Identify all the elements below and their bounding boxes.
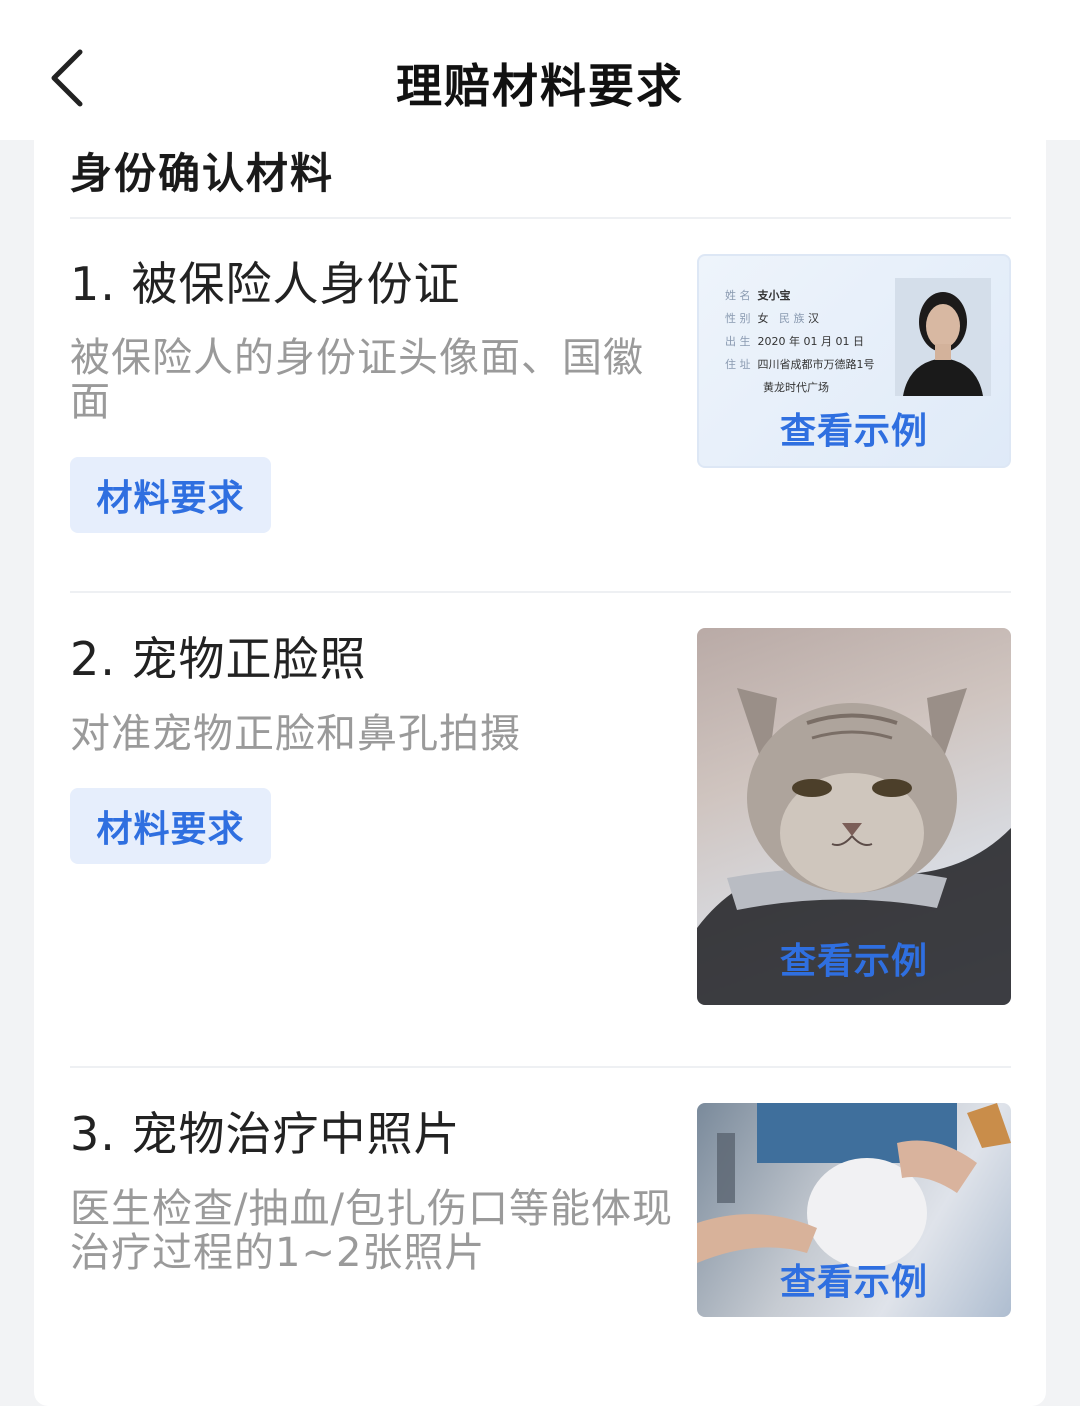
id-ethnic: 汉 — [808, 312, 819, 325]
item-title-pet-face: 2. 宠物正脸照 — [70, 632, 367, 686]
treatment-example-thumbnail[interactable]: 查看示例 — [697, 1103, 1011, 1317]
page-title: 理赔材料要求 — [396, 59, 684, 113]
view-example-label: 查看示例 — [779, 1262, 928, 1303]
item-desc-pet-face: 对准宠物正脸和鼻孔拍摄 — [70, 711, 521, 757]
id-sex: 女 — [757, 312, 769, 325]
section-title: 身份确认材料 — [70, 149, 335, 198]
id-card-text: 姓 名 支小宝 性 别 女 民 族 汉 出 生 2020 年 01 月 01 日… — [725, 284, 875, 399]
material-requirement-button[interactable]: 材料要求 — [70, 457, 271, 533]
material-requirement-button[interactable]: 材料要求 — [70, 788, 271, 864]
id-address-2: 黄龙时代广场 — [763, 381, 829, 394]
nav-bar: 理赔材料要求 — [0, 0, 1080, 140]
id-birth: 2020 年 01 月 01 日 — [757, 335, 864, 348]
item-desc-treatment: 医生检查/抽血/包扎伤口等能体现治疗过程的1~2张照片 — [70, 1186, 673, 1276]
pet-face-example-thumbnail[interactable]: 查看示例 — [697, 628, 1011, 1005]
view-example-label: 查看示例 — [779, 411, 928, 452]
divider — [70, 217, 1011, 219]
item-title-treatment: 3. 宠物治疗中照片 — [70, 1107, 461, 1161]
id-name: 支小宝 — [757, 289, 791, 302]
view-example-label: 查看示例 — [779, 941, 928, 982]
divider — [70, 591, 1011, 593]
id-card-example-thumbnail[interactable]: 姓 名 支小宝 性 别 女 民 族 汉 出 生 2020 年 01 月 01 日… — [697, 254, 1011, 468]
materials-card: 身份确认材料 1. 被保险人身份证 被保险人的身份证头像面、国徽面 材料要求 姓… — [34, 140, 1046, 1406]
item-title-id-card: 1. 被保险人身份证 — [70, 257, 461, 311]
divider — [70, 1066, 1011, 1068]
id-address-1: 四川省成都市万德路1号 — [757, 358, 875, 371]
id-portrait-image — [895, 278, 991, 396]
item-desc-id-card: 被保险人的身份证头像面、国徽面 — [70, 335, 644, 425]
